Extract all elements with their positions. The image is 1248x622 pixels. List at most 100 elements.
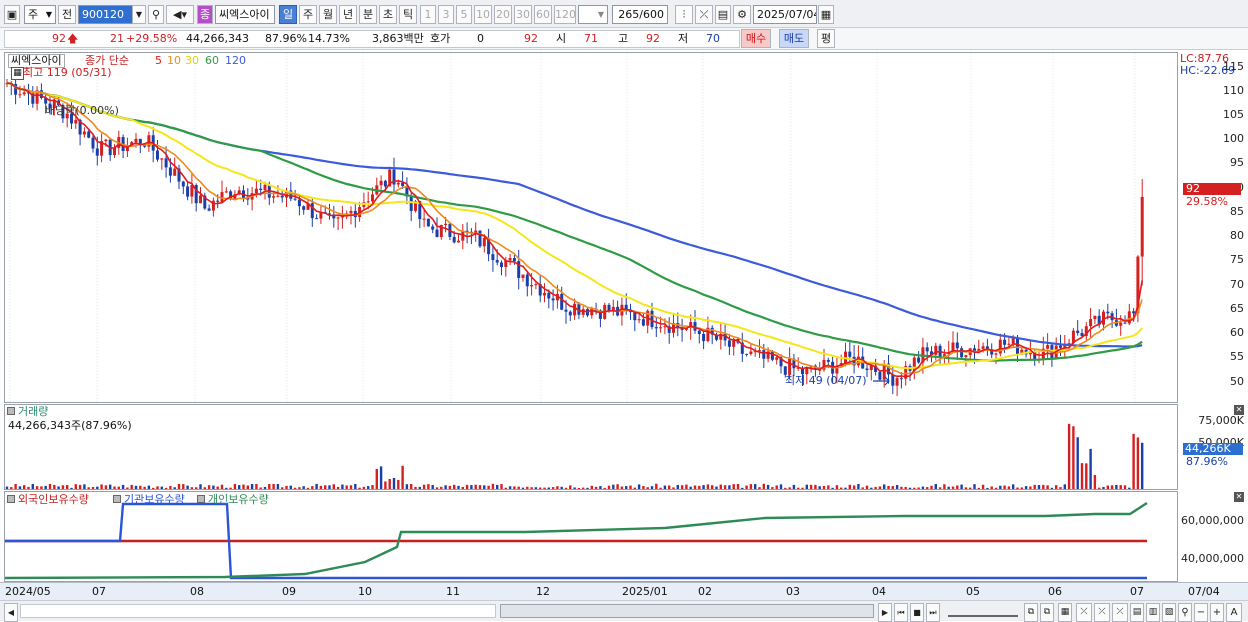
interval-10[interactable]: 10 — [474, 5, 492, 24]
scroll-thumb[interactable] — [500, 604, 874, 618]
candle-body — [452, 236, 456, 243]
search-icon[interactable]: ⚲ — [148, 5, 164, 24]
save-icon[interactable]: ▤ — [715, 5, 731, 24]
volume-bar — [590, 485, 593, 489]
price-tick-65: 65 — [1230, 301, 1244, 315]
period-tick[interactable]: 틱 — [399, 5, 417, 24]
volume-bar — [23, 485, 26, 489]
chart-icon[interactable]: ▧ — [1162, 603, 1176, 622]
volume-bar — [31, 483, 34, 489]
interval-120[interactable]: 120 — [554, 5, 576, 24]
stop-icon[interactable]: ■ — [910, 603, 924, 622]
holding-pane[interactable]: 외국인보유수량 기관보유수량 개인보유수량 — [4, 491, 1178, 582]
volume-bar — [981, 484, 985, 489]
draw-icon[interactable]: ⤫ — [1112, 603, 1128, 622]
candle-body — [482, 237, 486, 247]
candle-body — [173, 168, 177, 176]
scroll-left-icon[interactable]: ◀ — [4, 603, 18, 622]
volume-bar — [659, 487, 662, 489]
volume-bar — [233, 483, 237, 489]
price-pane[interactable]: 씨엑스아이 종가 단순 5 10 30 60 120 ▦ 최고 119 (05/… — [4, 52, 1178, 403]
candle-body — [521, 274, 525, 278]
candle-body — [960, 348, 964, 358]
speaker-icon[interactable]: ◀▾ — [166, 5, 194, 24]
ruler-icon[interactable]: ⤫ — [1094, 603, 1110, 622]
price-tick-110: 110 — [1223, 83, 1244, 97]
legend-foreign: 외국인보유수량 — [18, 493, 89, 506]
date-field[interactable]: 2025/07/04 — [753, 5, 817, 24]
period-second[interactable]: 초 — [379, 5, 397, 24]
calendar-icon[interactable]: ▦ — [818, 5, 834, 24]
volume-pane[interactable]: 거래량 44,266,343주(87.96%) — [4, 404, 1178, 490]
prev-button[interactable]: 전 — [58, 5, 76, 24]
price-tick-70: 70 — [1230, 277, 1244, 291]
interval-input[interactable]: ▼ — [578, 5, 608, 24]
candle-body — [74, 119, 78, 124]
volume-bar — [702, 485, 705, 489]
candle-type-icon[interactable]: ⫶ — [675, 5, 693, 24]
gear-icon[interactable]: ⚙ — [733, 5, 751, 24]
print-icon[interactable]: ▤ — [1130, 603, 1144, 622]
interval-3[interactable]: 3 — [438, 5, 454, 24]
candle-body — [302, 206, 306, 210]
code-dropdown-icon[interactable]: ▼ — [132, 5, 146, 24]
volume-bar — [547, 487, 550, 489]
volume-bar — [1119, 485, 1122, 489]
draw-tool-icon[interactable]: ⤫ — [695, 5, 713, 24]
candle-body — [297, 199, 301, 207]
period-day[interactable]: 일 — [279, 5, 297, 24]
hoga-value: 0 — [477, 32, 484, 45]
close-pane-icon[interactable]: ✕ — [1234, 492, 1244, 502]
zoom-in-icon[interactable]: + — [1210, 603, 1224, 622]
volume-bar — [865, 485, 869, 489]
interval-20[interactable]: 20 — [494, 5, 512, 24]
eval-button[interactable]: 평 — [817, 29, 835, 48]
volume-bar — [513, 486, 516, 489]
export-icon[interactable]: ▥ — [1146, 603, 1160, 622]
font-size-icon[interactable]: A — [1226, 603, 1242, 622]
volume-bar — [35, 486, 39, 489]
period-month[interactable]: 월 — [319, 5, 337, 24]
rewind-icon[interactable]: ⏮ — [894, 603, 908, 622]
volume-bar — [121, 484, 125, 489]
buy-button[interactable]: 매수 — [741, 29, 771, 48]
candle-body — [775, 357, 779, 360]
window-icon[interactable]: ▣ — [4, 5, 20, 24]
volume-bar — [203, 487, 206, 489]
period-year[interactable]: 년 — [339, 5, 357, 24]
period-week[interactable]: 주 — [299, 5, 317, 24]
volume-bar — [483, 485, 486, 489]
volume-bar — [392, 477, 396, 489]
candle-body — [82, 131, 86, 135]
candle-body — [426, 218, 430, 227]
copy-icon[interactable]: ⧉ — [1040, 603, 1054, 622]
volume-bar — [66, 485, 69, 489]
candle-body — [396, 182, 400, 185]
volume-bar — [655, 483, 658, 489]
interval-5[interactable]: 5 — [456, 5, 472, 24]
volume-bar — [840, 487, 843, 489]
volume-bar — [586, 487, 589, 489]
sell-button[interactable]: 매도 — [779, 29, 809, 48]
current-pct-tag: 29.58% — [1186, 195, 1228, 208]
range-field[interactable]: 265/600 — [612, 5, 668, 24]
forward-icon[interactable]: ⏭ — [926, 603, 940, 622]
quote-volume: 44,266,343 — [186, 32, 249, 45]
zoom-out-icon[interactable]: − — [1194, 603, 1208, 622]
zoom-slider[interactable] — [948, 605, 1018, 617]
interval-1[interactable]: 1 — [420, 5, 436, 24]
magnifier-icon[interactable]: ⚲ — [1178, 603, 1192, 622]
period-minute[interactable]: 분 — [359, 5, 377, 24]
layout-icon[interactable]: ⧉ — [1024, 603, 1038, 622]
scroll-track[interactable] — [20, 604, 496, 618]
volume-bar — [332, 484, 335, 489]
crosshair-icon[interactable]: ⤫ — [1076, 603, 1092, 622]
x-tick-8: 02 — [698, 585, 712, 598]
grid-layout-icon[interactable]: ▦ — [1058, 603, 1072, 622]
scroll-right-icon[interactable]: ▶ — [878, 603, 892, 622]
candle-body — [186, 186, 190, 197]
interval-30[interactable]: 30 — [514, 5, 532, 24]
legend-institution: 기관보유수량 — [124, 493, 185, 506]
market-select[interactable]: 주 ▼ — [24, 5, 56, 24]
interval-60[interactable]: 60 — [534, 5, 552, 24]
